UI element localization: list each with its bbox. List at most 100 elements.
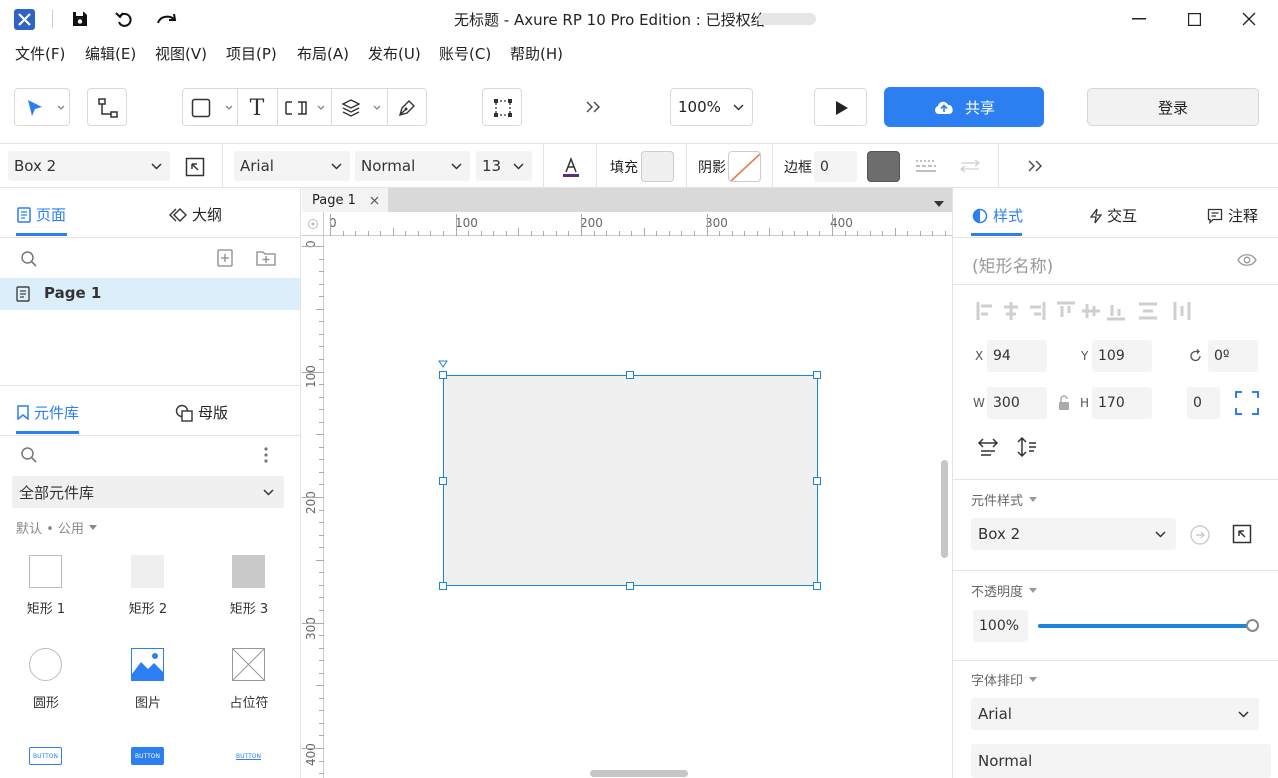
menu-help[interactable]: 帮助(H) bbox=[510, 43, 563, 64]
menu-view[interactable]: 视图(V) bbox=[155, 43, 207, 64]
minimize-icon[interactable] bbox=[1130, 10, 1148, 28]
menu-project[interactable]: 项目(P) bbox=[226, 43, 277, 64]
font-color-icon[interactable] bbox=[560, 154, 582, 180]
tab-list-caret-icon[interactable] bbox=[934, 201, 944, 207]
library-menu-icon[interactable] bbox=[258, 444, 274, 466]
opacity-slider-track[interactable] bbox=[1038, 619, 1259, 632]
share-button[interactable]: 共享 bbox=[884, 87, 1044, 127]
pen-tool-icon[interactable] bbox=[395, 97, 419, 119]
selected-rectangle-box2[interactable] bbox=[443, 375, 818, 586]
shape-name-field[interactable]: (矩形名称) bbox=[972, 252, 1053, 277]
resize-handle-e[interactable] bbox=[813, 477, 821, 485]
page-list-item[interactable]: Page 1 bbox=[0, 278, 300, 310]
fit-bounds-icon[interactable] bbox=[1234, 390, 1260, 416]
connector-tool-button[interactable] bbox=[87, 88, 127, 126]
tab-outline[interactable]: 大纲 bbox=[169, 204, 222, 225]
library-sub-filter[interactable]: 默认 • 公用 bbox=[16, 518, 97, 537]
menu-account[interactable]: 账号(C) bbox=[439, 43, 491, 64]
resize-handle-s[interactable] bbox=[626, 582, 634, 590]
tab-pages[interactable]: 页面 bbox=[17, 204, 66, 225]
widget-circle[interactable] bbox=[29, 648, 62, 681]
resize-handle-w[interactable] bbox=[439, 477, 447, 485]
widget-button-primary[interactable]: BUTTON bbox=[29, 747, 62, 765]
add-folder-icon[interactable] bbox=[255, 248, 277, 268]
close-window-icon[interactable] bbox=[1240, 10, 1258, 28]
close-tab-icon[interactable] bbox=[370, 196, 379, 205]
align-bottom-icon[interactable] bbox=[1106, 301, 1126, 321]
menu-edit[interactable]: 编辑(E) bbox=[85, 43, 136, 64]
tab-style[interactable]: 样式 bbox=[972, 205, 1023, 226]
canvas-tab-page1[interactable]: Page 1 bbox=[302, 188, 388, 212]
more-format-icon[interactable] bbox=[1024, 157, 1046, 175]
widget-button-link[interactable]: BUTTON bbox=[232, 747, 265, 765]
login-button[interactable]: 登录 bbox=[1087, 88, 1259, 126]
typography-heading[interactable]: 字体排印 bbox=[971, 670, 1038, 689]
tab-masters[interactable]: 母版 bbox=[175, 402, 228, 423]
auto-fit-width-icon[interactable] bbox=[977, 437, 999, 457]
widget-rectangle-1[interactable] bbox=[29, 555, 62, 588]
distribute-horizontal-icon[interactable] bbox=[1138, 301, 1158, 321]
corner-radius-handle-icon[interactable] bbox=[438, 360, 448, 368]
widget-image[interactable] bbox=[131, 648, 164, 681]
typography-font-select[interactable]: Arial bbox=[971, 698, 1259, 730]
font-weight-select[interactable]: Normal bbox=[355, 151, 470, 181]
hotspot-tool-icon[interactable] bbox=[283, 97, 309, 119]
border-color-swatch[interactable] bbox=[867, 151, 900, 182]
visibility-eye-icon[interactable] bbox=[1236, 249, 1258, 271]
element-name-select[interactable]: Box 2 bbox=[8, 151, 170, 181]
fill-color-swatch[interactable] bbox=[641, 151, 674, 182]
resize-handle-sw[interactable] bbox=[439, 582, 447, 590]
tab-interact[interactable]: 交互 bbox=[1090, 205, 1137, 226]
rectangle-tool-icon[interactable] bbox=[189, 97, 213, 119]
border-width-input[interactable]: 0 bbox=[814, 151, 857, 182]
widget-button-filled[interactable]: BUTTON bbox=[131, 747, 164, 765]
menu-file[interactable]: 文件(F) bbox=[15, 43, 65, 64]
align-left-icon[interactable] bbox=[976, 301, 996, 321]
menu-arrange[interactable]: 布局(A) bbox=[297, 43, 349, 64]
width-input[interactable]: 300 bbox=[987, 387, 1047, 419]
redo-icon[interactable] bbox=[156, 9, 178, 29]
align-center-icon[interactable] bbox=[1001, 301, 1021, 321]
layers-tool-icon[interactable] bbox=[339, 97, 363, 119]
more-tools-icon[interactable] bbox=[582, 97, 604, 117]
resize-handle-ne[interactable] bbox=[813, 371, 821, 379]
preview-button[interactable] bbox=[814, 88, 867, 126]
font-size-select[interactable]: 13 bbox=[476, 151, 532, 181]
library-search-icon[interactable] bbox=[18, 444, 40, 466]
text-tool-icon[interactable]: T bbox=[245, 96, 269, 121]
height-input[interactable]: 170 bbox=[1092, 387, 1152, 419]
rotation-input[interactable]: 0º bbox=[1208, 340, 1258, 372]
resize-handle-n[interactable] bbox=[626, 371, 634, 379]
tab-library[interactable]: 元件库 bbox=[17, 402, 79, 423]
tab-notes[interactable]: 注释 bbox=[1207, 205, 1258, 226]
opacity-input[interactable]: 100% bbox=[973, 610, 1028, 642]
points-tool-button[interactable] bbox=[482, 88, 522, 126]
select-tool-button[interactable] bbox=[14, 88, 70, 126]
component-link-icon[interactable] bbox=[184, 156, 206, 178]
shadow-swatch[interactable] bbox=[728, 151, 761, 182]
opacity-slider-handle[interactable] bbox=[1246, 619, 1259, 632]
search-icon[interactable] bbox=[18, 248, 40, 270]
resize-handle-nw[interactable] bbox=[439, 371, 447, 379]
lock-ratio-icon[interactable] bbox=[1057, 395, 1071, 411]
typography-weight-select[interactable]: Normal bbox=[971, 744, 1271, 778]
vertical-scrollbar[interactable] bbox=[941, 460, 948, 558]
style-link-icon[interactable] bbox=[1232, 524, 1252, 544]
align-middle-icon[interactable] bbox=[1081, 301, 1101, 321]
x-input[interactable]: 94 bbox=[987, 340, 1047, 372]
undo-icon[interactable] bbox=[114, 9, 134, 29]
zoom-select[interactable]: 100% bbox=[670, 88, 753, 126]
element-style-select[interactable]: Box 2 bbox=[971, 518, 1176, 550]
widget-rectangle-3[interactable] bbox=[232, 555, 265, 588]
align-top-icon[interactable] bbox=[1056, 301, 1076, 321]
maximize-icon[interactable] bbox=[1185, 10, 1203, 28]
widget-rectangle-2[interactable] bbox=[131, 555, 164, 588]
horizontal-scrollbar[interactable] bbox=[590, 770, 688, 777]
widget-placeholder[interactable] bbox=[232, 648, 265, 681]
opacity-heading[interactable]: 不透明度 bbox=[971, 581, 1038, 600]
arrow-style-icon[interactable] bbox=[958, 155, 982, 177]
add-page-icon[interactable] bbox=[215, 248, 235, 268]
distribute-vertical-icon[interactable] bbox=[1172, 301, 1192, 321]
auto-fit-height-icon[interactable] bbox=[1016, 436, 1038, 458]
save-icon[interactable] bbox=[70, 9, 90, 29]
